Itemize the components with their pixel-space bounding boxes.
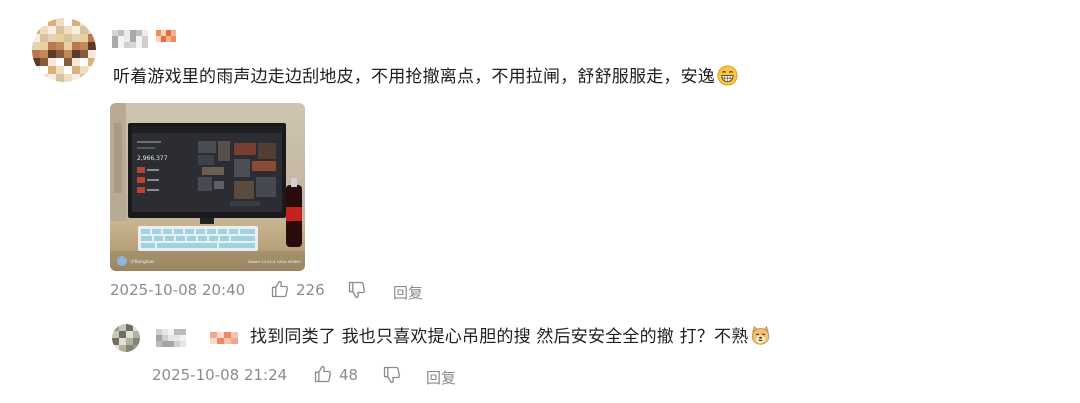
comment-body: 听着游戏里的雨声边走边刮地皮，不用抢撤离点，不用拉闸，舒舒服服走，安逸 — [113, 64, 738, 90]
doge-emoji-icon — [752, 326, 770, 345]
reply-username-redacted[interactable] — [156, 329, 186, 347]
desk-monitor-photo: 2,966,377 小Rongzuo Xiaomi 14 f/1.6 1/50s… — [110, 103, 305, 271]
photo-watermark-left: 小Rongzuo — [130, 258, 154, 265]
comment-reply-button[interactable]: 回复 — [393, 282, 423, 303]
comment-image[interactable]: 2,966,377 小Rongzuo Xiaomi 14 f/1.6 1/50s… — [110, 103, 305, 271]
comment-timestamp: 2025-10-08 20:40 — [110, 281, 246, 299]
comment-text: 听着游戏里的雨声边走边刮地皮，不用抢撤离点，不用拉闸，舒舒服服走，安逸 — [113, 67, 715, 87]
reply-avatar[interactable] — [112, 324, 140, 352]
thumbs-down-icon[interactable] — [382, 365, 402, 385]
comment-like-count: 226 — [296, 281, 325, 299]
thumbs-up-icon[interactable] — [270, 279, 290, 299]
commenter-username-redacted[interactable] — [112, 30, 148, 48]
reply-like-count: 48 — [339, 366, 359, 384]
commenter-badge-redacted — [156, 30, 176, 42]
photo-watermark-right: Xiaomi 14 f/1.6 1/50s ISO800 — [248, 260, 301, 264]
reply-target-redacted[interactable] — [210, 332, 238, 344]
reply-text: 找到同类了 我也只喜欢提心吊胆的搜 然后安安全全的撤 打？不熟 — [250, 327, 749, 347]
commenter-avatar[interactable] — [32, 18, 96, 82]
thumbs-up-icon[interactable] — [313, 364, 333, 384]
reply-timestamp: 2025-10-08 21:24 — [152, 366, 288, 384]
reply-body: 找到同类了 我也只喜欢提心吊胆的搜 然后安安全全的撤 打？不熟 — [250, 324, 771, 350]
reply-reply-button[interactable]: 回复 — [426, 367, 456, 388]
thumbs-down-icon[interactable] — [347, 280, 367, 300]
screen-number: 2,966,377 — [137, 155, 168, 162]
grinning-face-emoji-icon — [717, 65, 738, 86]
